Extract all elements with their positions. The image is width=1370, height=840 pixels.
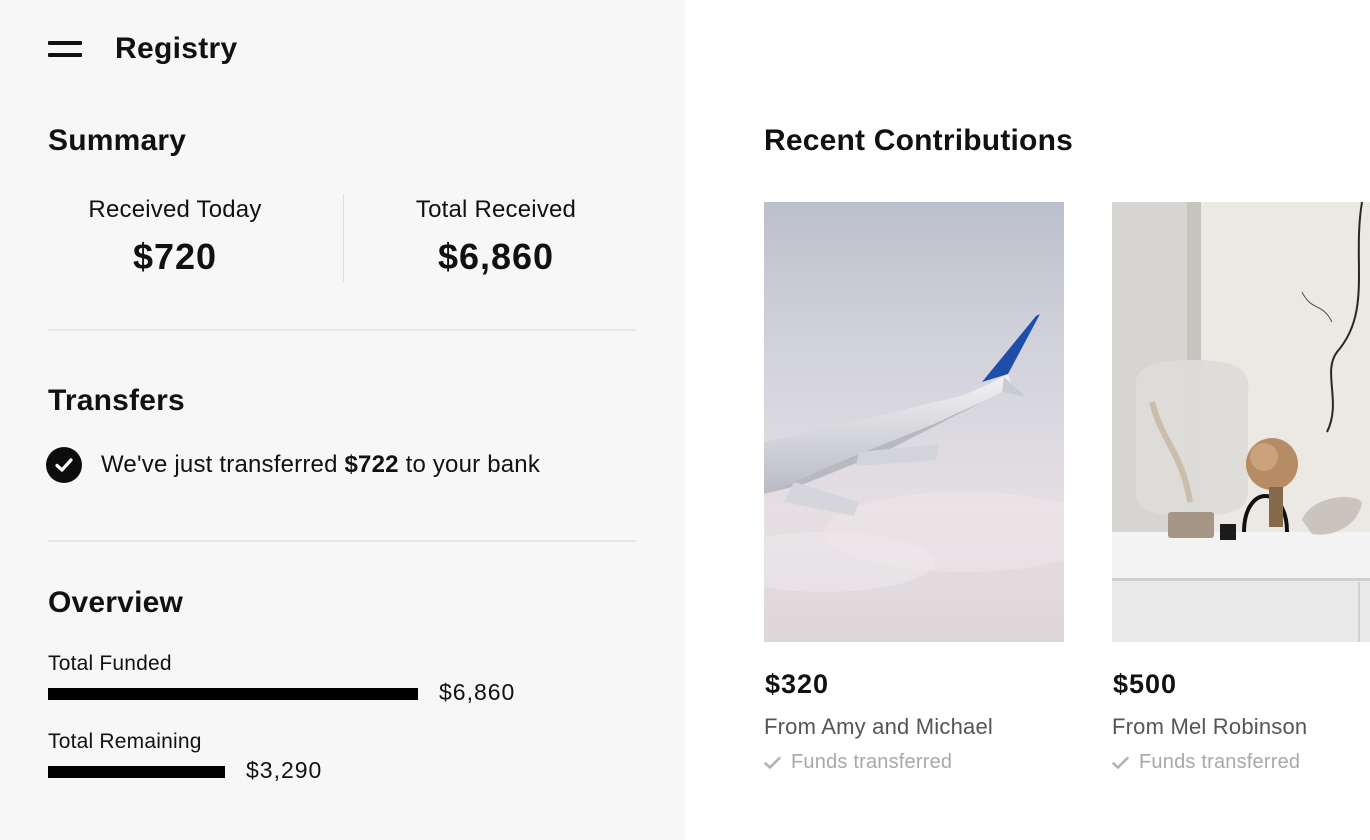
total-received-value: $6,860 [437, 236, 555, 277]
recent-contributions-title: Recent Contributions [764, 124, 1073, 157]
section-divider [48, 329, 636, 331]
total-funded-value: $6,860 [439, 679, 516, 705]
contribution-from: From Amy and Michael [764, 714, 993, 739]
received-today-stat: Received Today $720 [48, 196, 302, 278]
transfer-message-start: We've just transferred [101, 451, 345, 478]
received-today-value: $720 [132, 236, 218, 277]
checkmark-icon [1112, 756, 1129, 769]
summary-divider [343, 194, 344, 282]
contribution-card[interactable]: $320 From Amy and Michael Funds transfer… [764, 202, 1064, 774]
page-title: Registry [115, 32, 238, 65]
transfers-title: Transfers [48, 384, 185, 417]
section-divider [48, 540, 636, 542]
summary-title: Summary [48, 124, 187, 157]
total-remaining-bar [48, 766, 225, 778]
transfer-amount: $722 [344, 451, 399, 478]
left-panel: Registry Summary Received Today $720 Tot… [0, 0, 685, 840]
checkmark-icon [764, 756, 781, 769]
total-funded-bar [48, 688, 418, 700]
contribution-from: From Mel Robinson [1112, 714, 1308, 739]
total-funded-label: Total Funded [48, 652, 172, 675]
contribution-amount: $500 [1113, 669, 1178, 699]
transfer-message: We've just transferred $722 to your bank [101, 451, 540, 479]
contribution-status: Funds transferred [1112, 751, 1370, 774]
hamburger-menu-icon[interactable] [48, 41, 82, 59]
contribution-card[interactable]: $500 From Mel Robinson Funds transferred [1112, 202, 1370, 774]
right-panel: Recent Contributions $320 From Amy and M… [685, 0, 1370, 840]
received-today-label: Received Today [88, 196, 262, 223]
contribution-status-label: Funds transferred [1139, 751, 1301, 773]
overview-title: Overview [48, 586, 184, 619]
total-received-stat: Total Received $6,860 [368, 196, 624, 278]
total-received-label: Total Received [415, 196, 577, 223]
transfer-message-end: to your bank [398, 451, 541, 478]
check-circle-icon [46, 447, 82, 483]
total-remaining-label: Total Remaining [48, 730, 202, 753]
airplane-wing-photo[interactable] [764, 202, 1064, 642]
total-remaining-value: $3,290 [246, 757, 323, 783]
home-decor-vase-photo[interactable] [1112, 202, 1370, 642]
contribution-amount: $320 [765, 669, 830, 699]
contribution-status: Funds transferred [764, 751, 1064, 774]
contribution-status-label: Funds transferred [791, 751, 953, 773]
menu-line [48, 41, 82, 45]
menu-line [48, 53, 82, 57]
